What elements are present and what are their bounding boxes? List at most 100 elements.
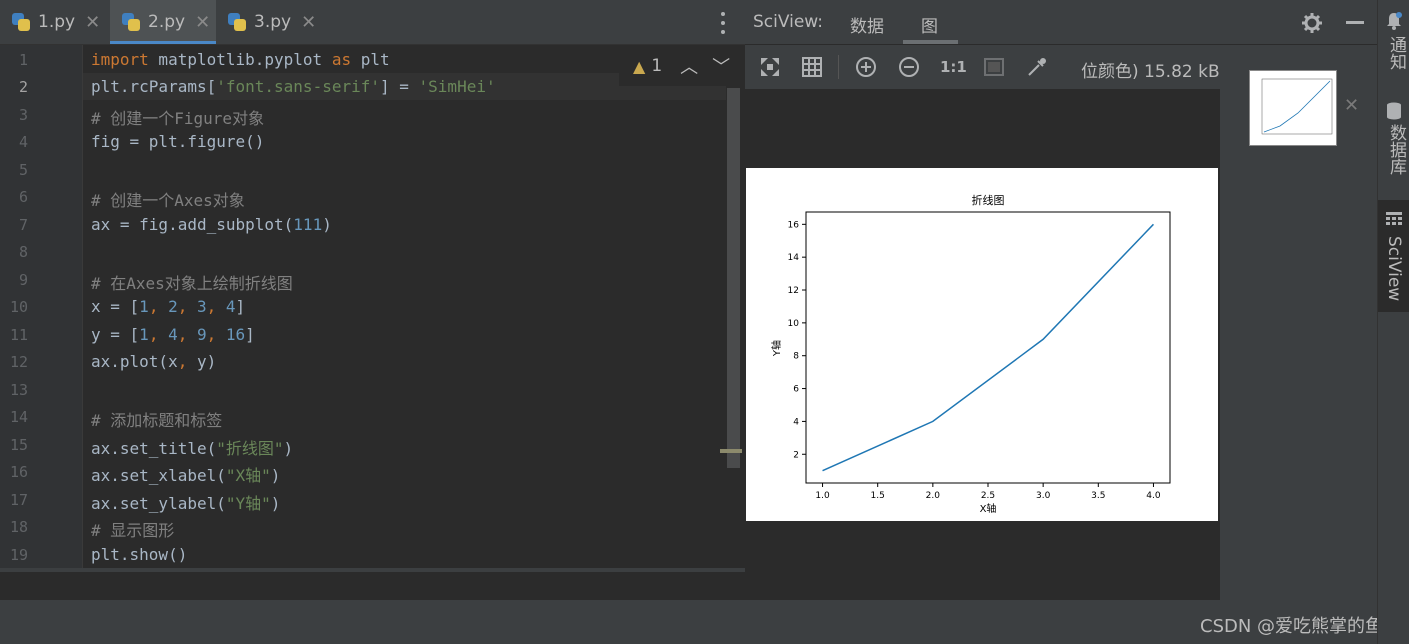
line-chart: 折线图 1.0 1.5 2.0 2.5 3.0 3.5 4.0 2 4 6 8 10 12 14 16 X…	[770, 193, 1171, 515]
database-tool-button[interactable]: 数据库	[1378, 98, 1409, 184]
line-number: 19	[9, 546, 28, 564]
code-line: ax.plot(x, y)	[91, 352, 217, 371]
background-toggle-icon[interactable]	[982, 55, 1006, 79]
tab-data[interactable]: 数据	[850, 12, 884, 37]
code-line: plt.rcParams['font.sans-serif'] = 'SimHe…	[91, 77, 496, 96]
line-number: 12	[9, 353, 28, 371]
code-line: # 创建一个Axes对象	[91, 191, 245, 210]
tab-plots[interactable]: 图	[921, 12, 938, 37]
close-icon[interactable]: ✕	[301, 12, 316, 33]
table-icon	[1386, 212, 1402, 225]
line-number: 11	[9, 326, 28, 344]
x-tick-label: 3.0	[1036, 491, 1051, 501]
tab-label: 3.py	[254, 12, 292, 32]
toolbar-separator	[838, 55, 839, 79]
code-line: # 添加标题和标签	[91, 411, 223, 430]
image-info: 位颜色) 15.82 kB	[1081, 62, 1220, 82]
y-tick-label: 12	[788, 286, 799, 296]
python-file-icon	[228, 13, 246, 31]
code-line: # 显示图形	[91, 521, 175, 540]
line-number-gutter: 1 2 3 4 5 6 7 8 9 10 11 12 13 14 15 16 1…	[0, 45, 83, 568]
inspection-widget[interactable]: ▲ 1 ︿ ﹀	[619, 46, 739, 86]
x-tick-label: 4.0	[1146, 491, 1161, 501]
code-line: ax.set_ylabel("Y轴")	[91, 494, 281, 513]
close-icon[interactable]: ✕	[195, 12, 210, 33]
line-number: 1	[18, 51, 28, 69]
y-tick-label: 4	[793, 417, 799, 427]
y-axis: 2 4 6 8 10 12 14 16	[788, 220, 806, 460]
zoom-in-icon[interactable]	[854, 55, 878, 79]
bell-icon	[1387, 12, 1402, 30]
database-icon	[1387, 102, 1401, 120]
sciview-tool-button[interactable]: SciView	[1378, 200, 1409, 312]
chevron-up-icon[interactable]: ︿	[680, 53, 698, 79]
tab-label: 2.py	[148, 12, 186, 32]
code-line: import matplotlib.pyplot as plt	[91, 50, 390, 69]
x-tick-label: 2.5	[981, 491, 995, 501]
code-line: ax.set_xlabel("X轴")	[91, 466, 281, 485]
tab-label: 1.py	[38, 12, 76, 32]
chart-title: 折线图	[972, 193, 1005, 207]
code-line: ax.set_title("折线图")	[91, 439, 294, 458]
python-file-icon	[12, 13, 30, 31]
plot-thumbnail-preview	[1261, 78, 1333, 135]
line-number: 2	[18, 78, 28, 96]
x-tick-label: 1.5	[871, 491, 885, 501]
plot-image: 折线图 1.0 1.5 2.0 2.5 3.0 3.5 4.0 2 4 6 8 10 12 14 16 X…	[746, 168, 1218, 521]
sciview-header: SciView: 数据 图	[745, 0, 1377, 44]
gear-icon[interactable]	[1301, 12, 1323, 34]
plot-thumbnail[interactable]	[1249, 70, 1337, 146]
line-number: 16	[9, 463, 28, 481]
tab-2-py[interactable]: 2.py ✕	[110, 0, 216, 44]
close-icon[interactable]: ✕	[1344, 95, 1359, 116]
line-number: 3	[18, 106, 28, 124]
line-number: 8	[18, 243, 28, 261]
status-bar: CSDN @爱吃熊掌的鱼	[0, 600, 1383, 644]
line-number: 9	[18, 271, 28, 289]
line-number: 7	[18, 216, 28, 234]
editor-tab-bar: 1.py ✕ 2.py ✕ 3.py ✕	[0, 0, 745, 45]
python-file-icon	[122, 13, 140, 31]
y-tick-label: 14	[788, 253, 800, 263]
sciview-title: SciView:	[753, 12, 824, 32]
code-line: # 在Axes对象上绘制折线图	[91, 274, 293, 293]
y-tick-label: 10	[788, 319, 800, 329]
warning-count: 1	[651, 56, 663, 76]
y-tick-label: 8	[793, 352, 799, 362]
more-options-icon[interactable]	[716, 10, 730, 36]
tab-1-py[interactable]: 1.py ✕	[12, 0, 110, 44]
grid-icon[interactable]	[800, 55, 824, 79]
close-icon[interactable]: ✕	[85, 12, 100, 33]
plots-thumbnail-panel: ✕	[1220, 45, 1377, 600]
editor-scrollbar[interactable]	[727, 88, 740, 468]
line-number: 13	[9, 381, 28, 399]
fit-to-screen-icon[interactable]	[758, 55, 782, 79]
y-tick-label: 2	[793, 450, 799, 460]
code-line: ax = fig.add_subplot(111)	[91, 215, 332, 234]
line-number: 6	[18, 188, 28, 206]
notifications-label: 通知	[1386, 36, 1406, 70]
sciview-label: SciView	[1384, 236, 1404, 302]
code-line: plt.show()	[91, 545, 188, 564]
sciview-toolbar: 1:1 位颜色) 15.82 kB	[745, 45, 1220, 89]
code-line: fig = plt.figure()	[91, 132, 265, 151]
plot-axes-frame	[805, 211, 1171, 484]
line-number: 4	[18, 133, 28, 151]
code-editor[interactable]: import matplotlib.pyplot as plt plt.rcPa…	[83, 45, 726, 568]
database-label: 数据库	[1386, 124, 1406, 175]
zoom-out-icon[interactable]	[897, 55, 921, 79]
minimize-icon[interactable]	[1346, 21, 1364, 24]
tab-3-py[interactable]: 3.py ✕	[228, 0, 326, 44]
x-axis-label: X轴	[980, 502, 997, 515]
editor-divider	[0, 568, 745, 572]
warning-icon: ▲	[633, 56, 646, 76]
chevron-down-icon[interactable]: ﹀	[712, 53, 730, 79]
right-tool-strip: 通知 数据库 SciView	[1377, 0, 1409, 644]
y-tick-label: 6	[793, 385, 799, 395]
line-number: 14	[9, 408, 28, 426]
code-line: x = [1, 2, 3, 4]	[91, 297, 246, 316]
notifications-tool-button[interactable]: 通知	[1378, 6, 1409, 84]
code-line: y = [1, 4, 9, 16]	[91, 325, 255, 344]
color-picker-icon[interactable]	[1025, 55, 1049, 79]
actual-size-button[interactable]: 1:1	[940, 58, 967, 76]
